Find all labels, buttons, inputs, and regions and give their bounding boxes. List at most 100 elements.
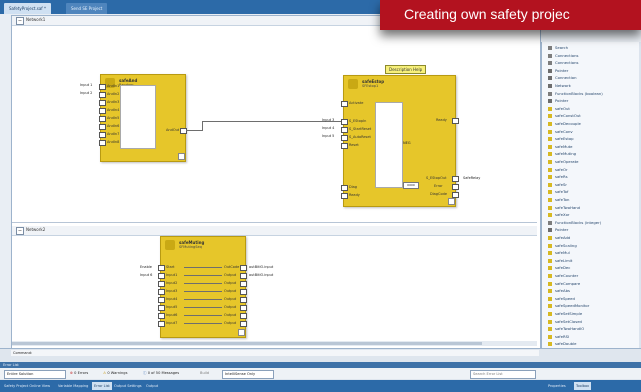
toolbox-item[interactable]: Connections: [548, 52, 578, 59]
scope-dropdown[interactable]: Entire Solution: [4, 370, 66, 379]
intellisense-dropdown[interactable]: IntelliSense Only: [222, 370, 274, 379]
pin-in-reset[interactable]: [341, 143, 348, 149]
connection-wire[interactable]: [186, 130, 202, 131]
fb-resize-handle[interactable]: [178, 153, 185, 160]
fb-resize-handle[interactable]: [238, 329, 245, 336]
toolbox-item[interactable]: safeXor: [548, 211, 569, 218]
pin-in-start-reset[interactable]: [341, 127, 348, 133]
pin-in-4[interactable]: [99, 108, 106, 114]
toolbox-item[interactable]: safeTwoHand: [548, 204, 580, 211]
error-search-input[interactable]: Search Error List: [470, 370, 536, 379]
network1-collapse-button[interactable]: −: [16, 17, 24, 25]
errors-filter-button[interactable]: ⊗ 0 Errors: [70, 370, 88, 377]
toolbox-item[interactable]: FunctionBlocks (integer): [548, 219, 601, 226]
tab-safety-project[interactable]: SafetyProject.saf *: [4, 3, 51, 14]
toolbox-item[interactable]: safeTon: [548, 196, 569, 203]
toolbox-item[interactable]: Connections: [548, 59, 578, 66]
toolbox-item[interactable]: safeLimit: [548, 257, 572, 264]
toolbox-item[interactable]: safeAbs: [548, 287, 570, 294]
toolbox-item[interactable]: safeDec: [548, 264, 570, 271]
pin-out[interactable]: [240, 313, 247, 319]
toolbox-item[interactable]: Pointer: [548, 97, 568, 104]
pin-out-diagcode[interactable]: [452, 192, 459, 198]
tab-output-settings[interactable]: Output Settings: [114, 382, 142, 390]
pin-out[interactable]: [240, 305, 247, 311]
toolbox-item[interactable]: safeCounter: [548, 272, 578, 279]
toolbox-item[interactable]: safeMuting: [548, 150, 576, 157]
toolbox-item[interactable]: safeSpeed: [548, 295, 575, 302]
pin-in-6[interactable]: [99, 124, 106, 130]
scrollbar-thumb[interactable]: [12, 342, 482, 345]
toolbox-item[interactable]: safeOut: [548, 105, 570, 112]
tab-properties[interactable]: Properties: [548, 382, 566, 390]
connection-wire[interactable]: [202, 121, 203, 131]
toolbox-item[interactable]: safeMul: [548, 249, 570, 256]
pin-in[interactable]: [158, 281, 165, 287]
tab-online-view[interactable]: Safety Project Online View: [4, 382, 50, 390]
pin-out[interactable]: [240, 265, 247, 271]
toolbox-item[interactable]: Search: [548, 44, 568, 51]
connection-wire[interactable]: [202, 121, 342, 122]
toolbox-item[interactable]: Connection: [548, 74, 576, 81]
toolbox-item[interactable]: safeConstOut: [548, 112, 581, 119]
messages-filter-button[interactable]: ⓘ 0 of 50 Messages: [143, 370, 179, 377]
toolbox-item[interactable]: safeScaling: [548, 242, 577, 249]
pin-in[interactable]: [158, 265, 165, 271]
pin-in-3[interactable]: [99, 100, 106, 106]
toolbox-item[interactable]: safeSetClosed: [548, 318, 582, 325]
pin-in-diag[interactable]: [341, 185, 348, 191]
tab-send-project[interactable]: Send SE Project: [66, 3, 108, 14]
diagram-canvas[interactable]: [11, 15, 541, 349]
toolbox-item[interactable]: safeSr: [548, 181, 567, 188]
toolbox-item[interactable]: Pointer: [548, 226, 568, 233]
pin-in-7[interactable]: [99, 132, 106, 138]
fb-resize-handle[interactable]: [448, 198, 455, 205]
pin-in-5[interactable]: [99, 116, 106, 122]
toolbox-item[interactable]: safeDouble: [548, 340, 576, 347]
toolbox-item[interactable]: safeRSI: [548, 333, 569, 340]
canvas-horizontal-scrollbar[interactable]: [12, 341, 537, 346]
toolbox-item[interactable]: safeSpeedMonitor: [548, 302, 589, 309]
pin-in[interactable]: [158, 313, 165, 319]
pin-out[interactable]: [240, 297, 247, 303]
toolbox-item[interactable]: safeAdd: [548, 234, 570, 241]
build-filter[interactable]: Build: [200, 370, 209, 377]
pin-in[interactable]: [158, 321, 165, 327]
toolbox-item[interactable]: safeConv: [548, 128, 573, 135]
pin-in-activate[interactable]: [341, 101, 348, 107]
toolbox-item[interactable]: safeSetSimple: [548, 310, 582, 317]
toolbox-item[interactable]: safeOperate: [548, 158, 578, 165]
pin-in-ready[interactable]: [341, 193, 348, 199]
toolbox-item[interactable]: safeTof: [548, 188, 568, 195]
pin-in[interactable]: [158, 297, 165, 303]
pin-in[interactable]: [158, 273, 165, 279]
network2-collapse-button[interactable]: −: [16, 227, 24, 235]
toolbox-item[interactable]: safeDecouple: [548, 120, 581, 127]
pin-out-error[interactable]: [452, 184, 459, 190]
pin-out-estop[interactable]: [452, 176, 459, 182]
toolbox-item[interactable]: FunctionBlocks (boolean): [548, 90, 603, 97]
toolbox-item[interactable]: safeTwoHandIO: [548, 325, 584, 332]
toolbox-item[interactable]: safeMute: [548, 143, 573, 150]
pin-out[interactable]: [240, 273, 247, 279]
pin-out[interactable]: [240, 281, 247, 287]
pin-in-auto-reset[interactable]: [341, 135, 348, 141]
warnings-filter-button[interactable]: ⚠ 0 Warnings: [103, 370, 127, 377]
tab-variable-mapping[interactable]: Variable Mapping: [58, 382, 88, 390]
toolbox-item[interactable]: Network: [548, 82, 571, 89]
pin-in-2[interactable]: [99, 92, 106, 98]
tab-toolbox[interactable]: Toolbox: [574, 382, 592, 390]
toolbox-item[interactable]: safeRs: [548, 173, 568, 180]
toolbox-item[interactable]: Pointer: [548, 67, 568, 74]
pin-in[interactable]: [158, 289, 165, 295]
toolbox-item[interactable]: safeEstop: [548, 135, 574, 142]
tab-error-list[interactable]: Error List: [92, 382, 112, 390]
toolbox-item[interactable]: safeCompare: [548, 280, 580, 287]
pin-in-1[interactable]: [99, 84, 106, 90]
command-bar[interactable]: Command:: [11, 350, 539, 356]
tab-output[interactable]: Output: [146, 382, 158, 390]
pin-out[interactable]: [240, 321, 247, 327]
pin-out[interactable]: [240, 289, 247, 295]
toolbox-item[interactable]: safeOr: [548, 166, 568, 173]
pin-in[interactable]: [158, 305, 165, 311]
